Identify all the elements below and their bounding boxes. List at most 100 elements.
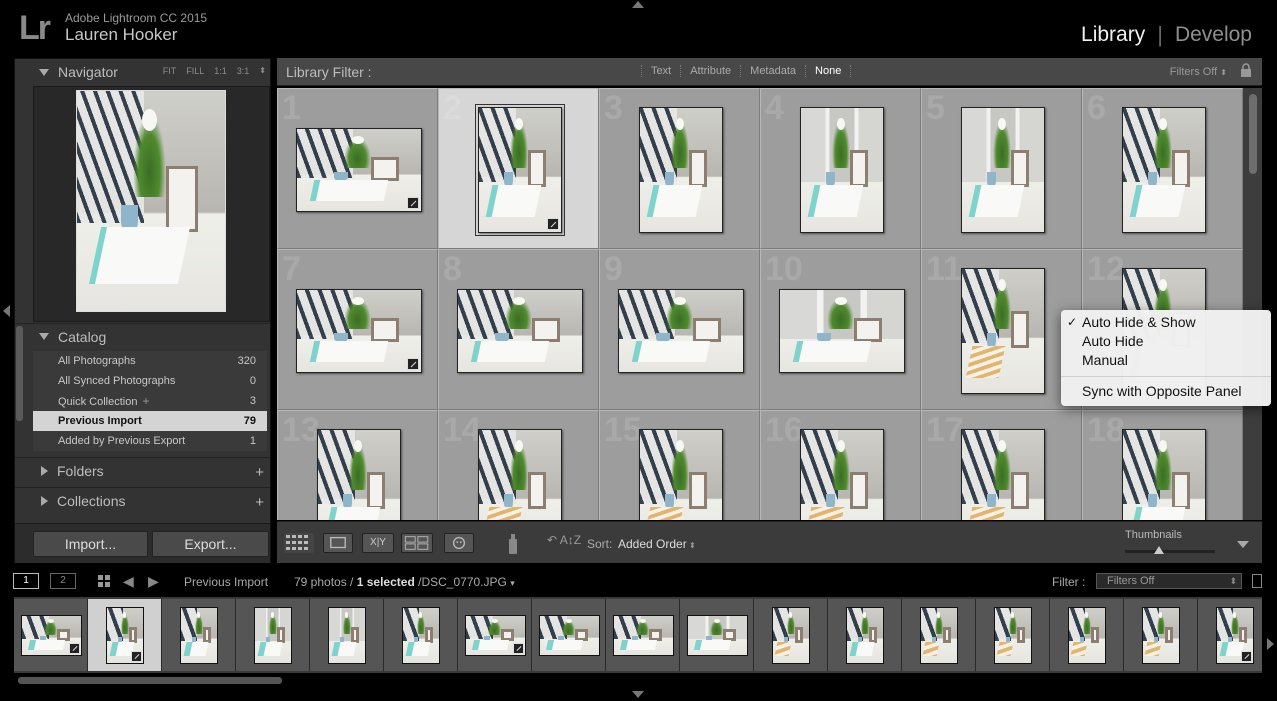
filmstrip-scrollbar[interactable] xyxy=(18,677,282,684)
export-button[interactable]: Export... xyxy=(152,531,269,557)
import-button[interactable]: Import... xyxy=(33,531,148,557)
thumbnail-size-slider[interactable] xyxy=(1125,546,1215,554)
filmstrip-cell[interactable] xyxy=(384,599,458,671)
grid-cell[interactable]: 16 xyxy=(760,410,921,520)
sort-direction-icon[interactable]: ↶ A↕Z xyxy=(547,533,581,547)
loupe-view-icon[interactable] xyxy=(323,533,353,553)
filmstrip-cell[interactable] xyxy=(458,599,532,671)
forward-arrow-icon[interactable]: ▶ xyxy=(148,573,159,590)
grid-icon[interactable] xyxy=(98,575,110,587)
module-develop[interactable]: Develop xyxy=(1175,23,1252,47)
filmstrip-source[interactable]: Previous Import xyxy=(184,575,268,589)
sort-dropdown[interactable]: Added Order ⬍ xyxy=(618,537,696,551)
develop-edit-badge-icon[interactable] xyxy=(407,358,419,370)
photo-thumbnail[interactable] xyxy=(639,429,723,520)
photo-thumbnail[interactable] xyxy=(618,289,744,373)
filmstrip-thumbnail[interactable] xyxy=(994,607,1032,664)
photo-thumbnail[interactable] xyxy=(961,107,1045,233)
filmstrip-cell[interactable] xyxy=(976,599,1050,671)
filmstrip-thumbnail[interactable] xyxy=(846,607,884,664)
photo-thumbnail[interactable] xyxy=(457,289,583,373)
zoom-3-1[interactable]: 3:1 xyxy=(237,66,250,76)
top-panel-toggle-icon[interactable] xyxy=(632,1,644,8)
zoom-1-1[interactable]: 1:1 xyxy=(214,66,227,76)
filmstrip-thumbnail[interactable] xyxy=(465,615,526,656)
develop-edit-badge-icon[interactable] xyxy=(69,643,80,654)
filmstrip-cell[interactable] xyxy=(902,599,976,671)
filter-tab-none[interactable]: None xyxy=(805,65,852,77)
photo-thumbnail[interactable] xyxy=(1122,107,1206,233)
filmstrip-thumbnail[interactable] xyxy=(254,607,292,664)
collapse-triangle-icon[interactable] xyxy=(39,68,49,76)
filmstrip-filter-dropdown[interactable]: Filters Off ⬍ xyxy=(1096,573,1242,589)
filmstrip-thumbnail[interactable] xyxy=(1216,607,1254,664)
filter-lock-icon[interactable] xyxy=(1252,574,1262,588)
filter-preset-dropdown[interactable]: Filters Off ⬍ xyxy=(1170,66,1227,78)
navigator-photo[interactable] xyxy=(76,90,226,312)
filmstrip-thumbnail[interactable] xyxy=(920,607,958,664)
folders-header[interactable]: Folders + xyxy=(15,457,270,483)
photo-thumbnail[interactable] xyxy=(296,128,422,212)
main-window-button[interactable]: 1 xyxy=(13,573,39,589)
grid-view-icon[interactable] xyxy=(284,533,314,553)
filmstrip-cell[interactable] xyxy=(680,599,754,671)
navigator-preview[interactable] xyxy=(33,86,270,322)
bottom-panel-toggle-icon[interactable] xyxy=(632,691,644,698)
photo-thumbnail[interactable] xyxy=(317,429,401,520)
filmstrip-cell[interactable] xyxy=(1124,599,1198,671)
develop-edit-badge-icon[interactable] xyxy=(513,643,524,654)
filter-tab-text[interactable]: Text xyxy=(641,65,680,77)
filmstrip-cell[interactable] xyxy=(532,599,606,671)
menu-item-sync-opposite[interactable]: Sync with Opposite Panel xyxy=(1061,382,1271,401)
grid-cell[interactable]: 13 xyxy=(277,410,438,520)
left-panel-scrollbar[interactable] xyxy=(16,326,23,421)
collapse-triangle-icon[interactable] xyxy=(39,333,49,340)
grid-cell[interactable]: 8 xyxy=(438,249,599,410)
filmstrip-cell[interactable] xyxy=(236,599,310,671)
photo-thumbnail[interactable] xyxy=(639,107,723,233)
filmstrip-cell[interactable] xyxy=(1050,599,1124,671)
menu-item-auto-hide-show[interactable]: ✓ Auto Hide & Show xyxy=(1061,313,1271,332)
photo-thumbnail[interactable] xyxy=(961,429,1045,520)
menu-item-auto-hide[interactable]: Auto Hide xyxy=(1061,332,1271,351)
slider-knob[interactable] xyxy=(1154,546,1164,554)
grid-scrollbar-thumb[interactable] xyxy=(1249,94,1257,174)
secondary-window-button[interactable]: 2 xyxy=(50,573,76,589)
catalog-header[interactable]: Catalog xyxy=(15,323,270,349)
catalog-item-previous-import[interactable]: Previous Import 79 xyxy=(33,411,267,431)
menu-item-manual[interactable]: Manual xyxy=(1061,351,1271,370)
zoom-fill[interactable]: FILL xyxy=(186,66,204,76)
filmstrip-thumbnail[interactable] xyxy=(106,607,144,664)
expand-triangle-icon[interactable] xyxy=(41,465,48,476)
grid-cell[interactable]: 11 xyxy=(921,249,1082,410)
grid-cell[interactable]: 17 xyxy=(921,410,1082,520)
filmstrip-thumbnail[interactable] xyxy=(613,615,674,656)
left-panel-toggle-icon[interactable] xyxy=(3,305,10,317)
add-collection-icon[interactable]: + xyxy=(255,494,264,511)
painter-spray-can-icon[interactable] xyxy=(507,531,519,555)
grid-cell[interactable]: 14 xyxy=(438,410,599,520)
filmstrip-thumbnail[interactable] xyxy=(539,615,600,656)
collections-header[interactable]: Collections + xyxy=(15,487,270,513)
filmstrip-thumbnail[interactable] xyxy=(21,615,82,656)
develop-edit-badge-icon[interactable] xyxy=(547,218,559,230)
develop-edit-badge-icon[interactable] xyxy=(407,197,419,209)
photo-thumbnail[interactable] xyxy=(296,289,422,373)
filmstrip-thumbnail[interactable] xyxy=(1068,607,1106,664)
photo-thumbnail[interactable] xyxy=(478,429,562,520)
filmstrip-thumbnail[interactable] xyxy=(1142,607,1180,664)
filmstrip-thumbnail[interactable] xyxy=(180,607,218,664)
filmstrip-cell[interactable] xyxy=(828,599,902,671)
photo-thumbnail[interactable] xyxy=(961,268,1045,394)
grid-cell[interactable]: 2 xyxy=(438,88,599,249)
grid-cell[interactable]: 4 xyxy=(760,88,921,249)
photo-thumbnail[interactable] xyxy=(800,107,884,233)
module-library[interactable]: Library xyxy=(1081,23,1145,47)
filmstrip-cell[interactable] xyxy=(606,599,680,671)
filmstrip-cell[interactable] xyxy=(754,599,828,671)
grid-cell[interactable]: 10 xyxy=(760,249,921,410)
grid-cell[interactable]: 9 xyxy=(599,249,760,410)
filmstrip-cell[interactable] xyxy=(310,599,384,671)
lock-icon[interactable] xyxy=(1240,63,1252,77)
expand-triangle-icon[interactable] xyxy=(41,495,48,506)
